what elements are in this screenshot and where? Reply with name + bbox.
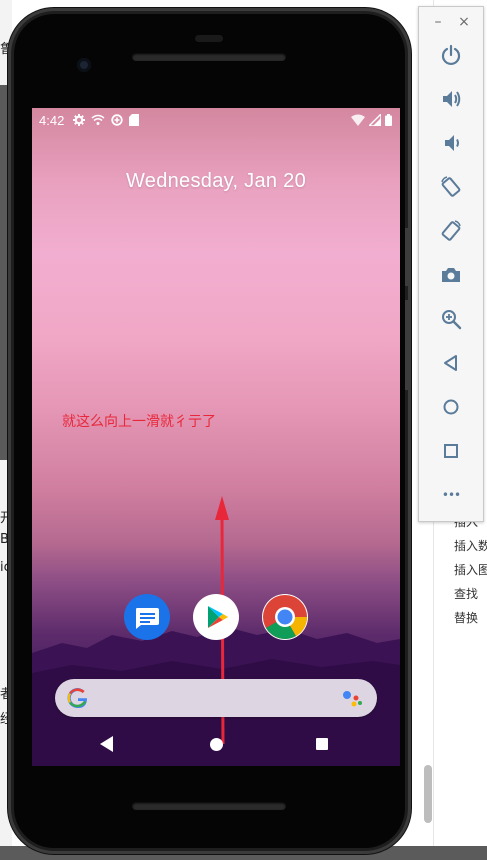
- emulator-toolbar: – × •••: [418, 6, 484, 522]
- navigation-bar: [32, 723, 400, 766]
- phone-power-button: [405, 228, 411, 286]
- rotate-left-button[interactable]: [435, 171, 467, 203]
- back-button[interactable]: [435, 347, 467, 379]
- volume-down-button[interactable]: [435, 127, 467, 159]
- home-date[interactable]: Wednesday, Jan 20: [32, 170, 400, 193]
- bottom-speaker-grille: [132, 802, 286, 810]
- close-button[interactable]: ×: [457, 15, 471, 29]
- wifi-icon: [351, 114, 365, 126]
- menu-item-replace[interactable]: 替换: [454, 609, 478, 626]
- background-scrollbar[interactable]: [424, 765, 432, 823]
- chrome-app-icon[interactable]: [262, 594, 308, 640]
- phone-frame: 4:42 Wednesday, Jan 20 就这么向上一滑就彳亍了: [8, 8, 411, 854]
- signal-icon: [369, 114, 381, 126]
- volume-up-button[interactable]: [435, 83, 467, 115]
- overview-button[interactable]: [435, 435, 467, 467]
- settings-icon: [73, 114, 85, 126]
- data-saver-icon: [111, 114, 123, 126]
- nav-home-icon[interactable]: [210, 738, 223, 751]
- power-icon: [441, 44, 461, 66]
- minimize-button[interactable]: –: [431, 15, 445, 29]
- status-time: 4:42: [39, 113, 65, 128]
- nav-back-icon[interactable]: [100, 736, 113, 752]
- zoom-button[interactable]: [435, 303, 467, 335]
- menu-item-find[interactable]: 查找: [454, 585, 478, 602]
- earpiece-slot: [195, 35, 223, 42]
- home-circle-icon: [443, 399, 459, 415]
- power-button[interactable]: [435, 39, 467, 71]
- phone-volume-rocker: [405, 300, 411, 390]
- google-assistant-icon[interactable]: [341, 689, 363, 707]
- play-store-app-icon[interactable]: [193, 594, 239, 640]
- messages-app-icon[interactable]: [124, 594, 170, 640]
- phone-screen[interactable]: 4:42 Wednesday, Jan 20 就这么向上一滑就彳亍了: [32, 108, 400, 766]
- google-search-bar[interactable]: [55, 679, 377, 717]
- volume-down-icon: [445, 135, 459, 151]
- status-bar: 4:42: [32, 108, 400, 132]
- more-button[interactable]: •••: [435, 479, 467, 511]
- volume-up-icon: [443, 91, 461, 107]
- front-camera-icon: [77, 58, 91, 72]
- overview-square-icon: [444, 444, 458, 458]
- annotation-text: 就这么向上一滑就彳亍了: [62, 414, 216, 430]
- rotate-left-icon: [441, 176, 461, 197]
- menu-item-insert-data[interactable]: 插入数: [454, 537, 487, 554]
- wifi-calling-icon: [91, 114, 105, 125]
- home-button[interactable]: [435, 391, 467, 423]
- rotate-right-button[interactable]: [435, 215, 467, 247]
- menu-item-insert-image[interactable]: 插入图: [454, 561, 487, 578]
- camera-icon: [442, 268, 460, 282]
- zoom-in-icon: [442, 310, 462, 330]
- back-triangle-icon: [444, 355, 457, 371]
- screenshot-button[interactable]: [435, 259, 467, 291]
- top-speaker-grille: [132, 53, 286, 61]
- sd-card-icon: [129, 114, 139, 126]
- battery-icon: [385, 114, 392, 126]
- nav-recents-icon[interactable]: [316, 738, 328, 750]
- rotate-right-icon: [441, 220, 461, 241]
- google-g-icon: [67, 688, 87, 709]
